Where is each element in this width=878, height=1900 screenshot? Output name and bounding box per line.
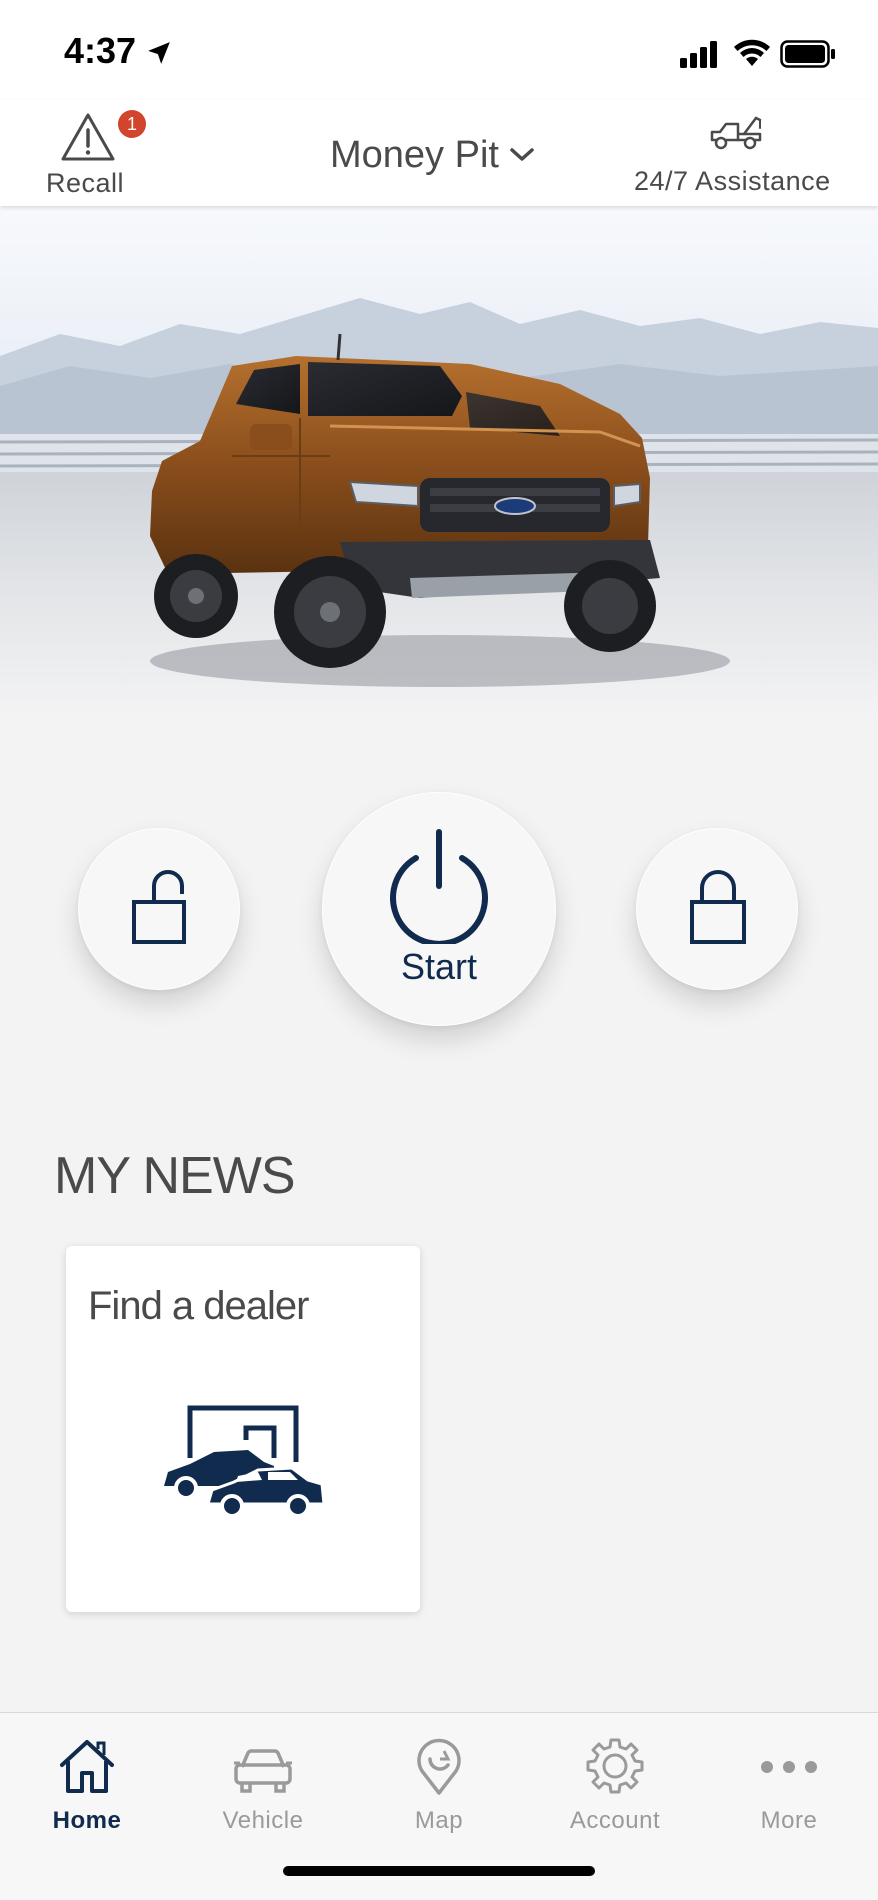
start-label: Start (400, 946, 478, 987)
warning-triangle-icon (61, 113, 115, 161)
unlock-button[interactable] (78, 828, 240, 990)
news-section-title: MY NEWS (54, 1147, 296, 1205)
tab-home-label: Home (52, 1807, 122, 1834)
tab-more-label: More (760, 1807, 818, 1834)
location-arrow-icon (148, 42, 170, 64)
recall-count-badge: 1 (118, 110, 146, 138)
app-header: 1 Recall Money Pit 24/7 Assistance (0, 100, 878, 206)
recall-button[interactable]: 1 Recall (30, 106, 146, 202)
status-bar: 4:37 (0, 0, 878, 100)
tab-map-label: Map (414, 1807, 464, 1834)
home-indicator[interactable] (283, 1866, 595, 1876)
vehicle-icon (234, 1749, 292, 1793)
vehicle-hero-image (0, 206, 878, 716)
assistance-label: 24/7 Assistance (634, 166, 831, 196)
roadside-assistance-button[interactable]: 24/7 Assistance (628, 114, 848, 198)
tab-vehicle[interactable]: Vehicle (188, 1723, 338, 1843)
home-icon (60, 1740, 114, 1793)
tab-account-label: Account (569, 1807, 661, 1834)
unlock-icon (132, 870, 186, 944)
tab-vehicle-label: Vehicle (222, 1807, 304, 1834)
tab-map[interactable]: Map (364, 1723, 514, 1843)
power-icon (390, 829, 488, 944)
remote-start-button[interactable]: Start (322, 792, 556, 1026)
tow-truck-icon (710, 116, 762, 150)
recall-label: Recall (46, 168, 125, 198)
find-dealer-card[interactable]: Find a dealer (66, 1246, 420, 1612)
wifi-icon (734, 39, 770, 66)
battery-icon (780, 40, 835, 68)
chevron-down-icon (510, 148, 534, 161)
lock-button[interactable] (636, 828, 798, 990)
dealer-icon (164, 1405, 326, 1518)
lock-icon (690, 870, 746, 944)
pickup-truck-illustration (0, 206, 878, 716)
tab-home[interactable]: Home (12, 1723, 162, 1843)
status-time: 4:37 (64, 30, 137, 71)
vehicle-selector[interactable]: Money Pit (330, 130, 535, 180)
news-card-title: Find a dealer (88, 1284, 309, 1328)
more-icon (761, 1761, 817, 1773)
gear-icon (586, 1738, 644, 1794)
cellular-signal-icon (680, 41, 717, 68)
tab-account[interactable]: Account (540, 1723, 690, 1843)
map-pin-icon (417, 1738, 461, 1795)
tab-more[interactable]: More (714, 1723, 864, 1843)
vehicle-name: Money Pit (330, 133, 499, 176)
